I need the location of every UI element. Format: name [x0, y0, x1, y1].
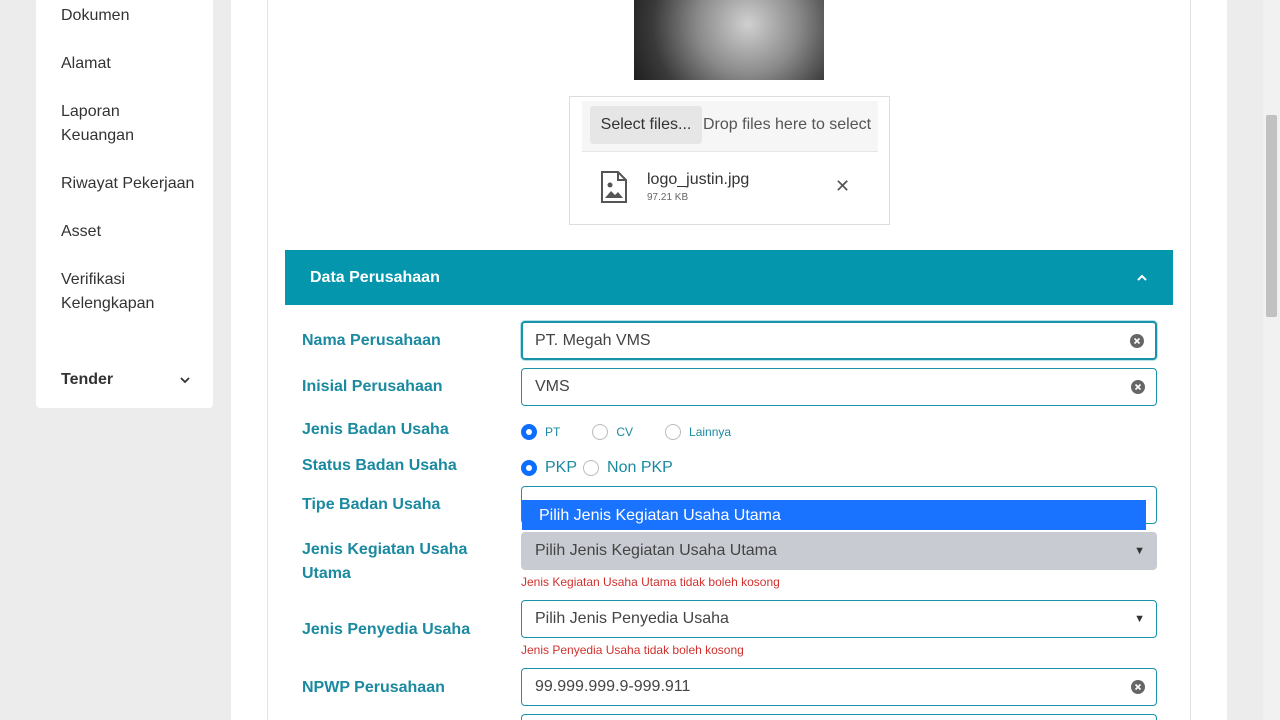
jenis-kegiatan-usaha-value: Pilih Jenis Kegiatan Usaha Utama — [535, 542, 777, 559]
nama-perusahaan-label: Nama Perusahaan — [302, 332, 441, 349]
npwp-perusahaan-value: 99.999.999.9-999.911 — [535, 678, 691, 695]
jenis-penyedia-usaha-label: Jenis Penyedia Usaha — [302, 621, 471, 638]
sidebar-tender-label: Tender — [61, 371, 114, 388]
npwp-perusahaan-input[interactable]: 99.999.999.9-999.911 — [521, 668, 1157, 706]
jenis-kegiatan-usaha-label: Jenis Kegiatan Usaha Utama — [302, 541, 468, 582]
jenis-badan-usaha-radios: PT CV Lainnya — [521, 424, 731, 440]
chevron-up-icon — [1137, 274, 1147, 281]
clear-icon[interactable] — [1131, 380, 1145, 394]
jenis-penyedia-usaha-select[interactable]: Pilih Jenis Penyedia Usaha ▼ — [521, 600, 1157, 638]
inisial-perusahaan-value: VMS — [535, 378, 570, 395]
tipe-badan-usaha-label: Tipe Badan Usaha — [302, 496, 441, 513]
npwp-perusahaan-label: NPWP Perusahaan — [302, 679, 445, 696]
caret-down-icon: ▼ — [1134, 545, 1145, 557]
sidebar-item-laporan-keuangan[interactable]: Laporan Keuangan — [61, 100, 151, 148]
sidebar-item-verifikasi-kelengkapan[interactable]: Verifikasi Kelengkapan — [61, 268, 171, 316]
status-badan-usaha-radios: PKP Non PKP — [521, 459, 673, 477]
radio-cv-label: CV — [616, 425, 634, 439]
sidebar-item-asset[interactable]: Asset — [61, 220, 101, 244]
sidebar-item-dokumen[interactable]: Dokumen — [61, 4, 129, 28]
clear-icon[interactable] — [1131, 680, 1145, 694]
sidebar-item-tender[interactable]: Tender — [61, 368, 191, 392]
jenis-kegiatan-usaha-select[interactable]: Pilih Jenis Kegiatan Usaha Utama ▼ — [521, 532, 1157, 570]
image-file-icon — [601, 171, 627, 203]
inisial-perusahaan-label: Inisial Perusahaan — [302, 378, 443, 395]
radio-lainnya-label: Lainnya — [689, 425, 732, 439]
radio-lainnya[interactable] — [665, 424, 682, 440]
radio-pt[interactable] — [521, 424, 537, 440]
clear-icon[interactable] — [1130, 334, 1144, 348]
sidebar-item-alamat[interactable]: Alamat — [61, 52, 111, 76]
radio-pkp-label: PKP — [545, 459, 578, 476]
jenis-kegiatan-usaha-error: Jenis Kegiatan Usaha Utama tidak boleh k… — [521, 575, 780, 589]
remove-file-icon[interactable]: ✕ — [835, 177, 850, 195]
chevron-down-icon — [180, 377, 190, 384]
status-badan-usaha-label: Status Badan Usaha — [302, 457, 457, 474]
section-title: Data Perusahaan — [310, 269, 440, 286]
scrollbar-thumb[interactable] — [1266, 115, 1277, 317]
dropdown-option-highlighted[interactable]: Pilih Jenis Kegiatan Usaha Utama — [522, 500, 1146, 530]
file-size: 97.21 KB — [647, 192, 689, 203]
sidebar-item-riwayat-pekerjaan[interactable]: Riwayat Pekerjaan — [61, 172, 194, 196]
caret-down-icon: ▼ — [1134, 613, 1145, 625]
file-uploader: Select files... Drop files here to selec… — [569, 96, 890, 225]
next-field-input[interactable] — [521, 714, 1157, 720]
page-scrollbar[interactable] — [1263, 0, 1280, 720]
radio-cv[interactable] — [592, 424, 609, 440]
uploader-dropzone[interactable]: Select files... Drop files here to selec… — [582, 101, 878, 152]
sidebar: Dokumen Alamat Laporan Keuangan Riwayat … — [36, 0, 213, 408]
radio-non-pkp-label: Non PKP — [607, 459, 673, 476]
file-name: logo_justin.jpg — [647, 171, 750, 188]
jenis-penyedia-usaha-value: Pilih Jenis Penyedia Usaha — [535, 610, 729, 627]
inisial-perusahaan-input[interactable]: VMS — [521, 368, 1157, 406]
nama-perusahaan-input[interactable]: PT. Megah VMS — [521, 321, 1157, 360]
data-perusahaan-header[interactable]: Data Perusahaan — [285, 250, 1173, 305]
jenis-badan-usaha-label: Jenis Badan Usaha — [302, 421, 449, 438]
logo-preview-image — [634, 0, 824, 80]
radio-pt-label: PT — [545, 425, 561, 439]
select-files-button[interactable]: Select files... — [590, 106, 702, 144]
drop-hint: Drop files here to select — [703, 116, 872, 133]
jenis-penyedia-usaha-error: Jenis Penyedia Usaha tidak boleh kosong — [521, 643, 744, 657]
radio-non-pkp[interactable] — [583, 460, 600, 476]
nama-perusahaan-value: PT. Megah VMS — [535, 332, 651, 349]
radio-pkp[interactable] — [521, 460, 537, 476]
